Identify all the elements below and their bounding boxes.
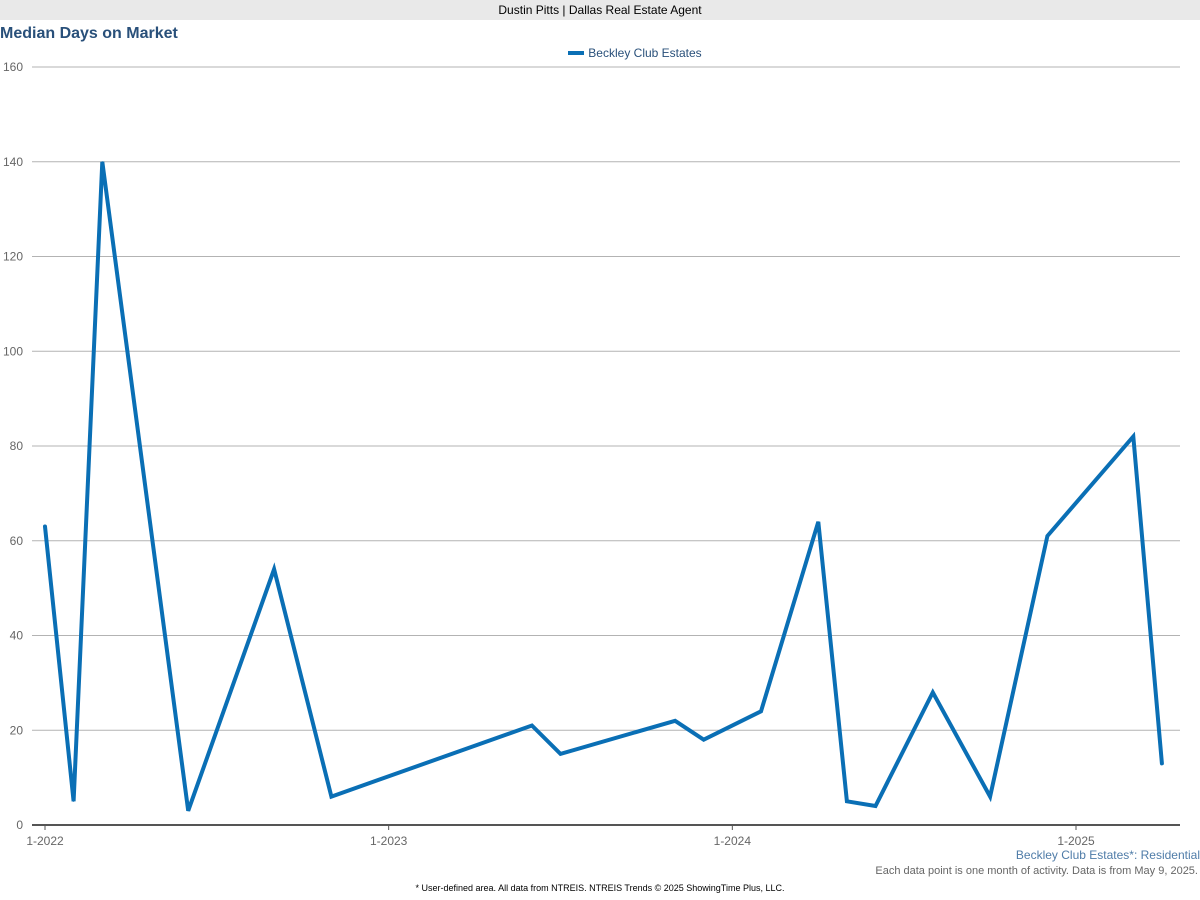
x-tick-label: 1-2023 bbox=[370, 834, 408, 848]
data-point bbox=[1161, 762, 1163, 764]
data-point bbox=[44, 526, 46, 528]
y-tick-label: 80 bbox=[10, 439, 24, 453]
data-point bbox=[932, 691, 934, 693]
data-point bbox=[73, 800, 75, 802]
line-chart: 0 20 40 60 80 100 120 140 160 1-2022 1-2023 1-2024 1… bbox=[3, 60, 1180, 848]
y-tick-label: 0 bbox=[16, 818, 23, 832]
data-point bbox=[101, 161, 103, 163]
footer-credit: * User-defined area. All data from NTREI… bbox=[415, 883, 785, 893]
y-tick-label: 100 bbox=[3, 344, 23, 358]
y-tick-label: 120 bbox=[3, 250, 23, 264]
data-point bbox=[273, 568, 275, 570]
data-point bbox=[846, 800, 848, 802]
y-tick-label: 20 bbox=[10, 723, 24, 737]
data-point bbox=[1132, 436, 1134, 438]
data-point bbox=[674, 720, 676, 722]
data-point bbox=[817, 521, 819, 523]
data-point bbox=[1046, 535, 1048, 537]
data-point bbox=[330, 796, 332, 798]
y-tick-label: 60 bbox=[10, 534, 24, 548]
series-subtitle: Beckley Club Estates*: Residential bbox=[1015, 848, 1200, 862]
y-tick-label: 40 bbox=[10, 629, 24, 643]
data-note: Each data point is one month of activity… bbox=[875, 865, 1198, 877]
x-tick-label: 1-2022 bbox=[26, 834, 64, 848]
x-tick-label: 1-2025 bbox=[1057, 834, 1095, 848]
data-point bbox=[703, 739, 705, 741]
data-point bbox=[531, 725, 533, 727]
data-point bbox=[760, 710, 762, 712]
data-point bbox=[187, 810, 189, 812]
data-point bbox=[875, 805, 877, 807]
data-point bbox=[989, 796, 991, 798]
grid-layer bbox=[32, 66, 1180, 731]
series-line bbox=[43, 161, 1164, 812]
data-point bbox=[560, 753, 561, 755]
series-layer bbox=[43, 161, 1164, 812]
x-tick-label: 1-2024 bbox=[714, 834, 752, 848]
y-tick-label: 160 bbox=[3, 60, 23, 74]
y-tick-label: 140 bbox=[3, 155, 23, 169]
